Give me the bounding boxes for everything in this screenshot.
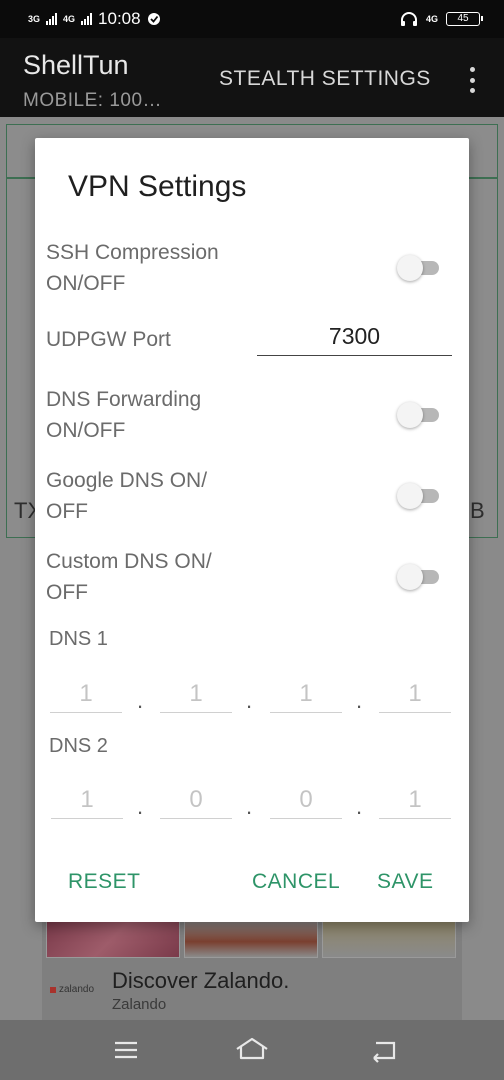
custom-dns-toggle[interactable] [397, 564, 443, 590]
network-3g-label: 3G [28, 13, 41, 24]
signal-icon-2 [81, 13, 93, 25]
dns2-separator: . [246, 794, 253, 819]
clock: 10:08 [98, 9, 141, 28]
ad-product-image [184, 918, 318, 958]
status-bar: 3G 4G 10:08 4G 45 [0, 0, 504, 38]
home-icon[interactable] [232, 1034, 272, 1066]
signal-icon [46, 13, 58, 25]
cancel-button[interactable]: CANCEL [252, 870, 340, 894]
dns2-separator: . [137, 794, 144, 819]
dns-forwarding-label: DNS Forwarding ON/OFF [46, 388, 202, 442]
udpgw-port-label: UDPGW Port [46, 328, 171, 351]
ad-product-image [46, 918, 180, 958]
menu-icon[interactable] [106, 1034, 146, 1066]
ad-brand-logo: zalando [50, 984, 94, 995]
dns1-octet-4[interactable] [379, 675, 451, 713]
dns2-octet-3[interactable] [270, 781, 342, 819]
dns2-octet-4[interactable] [379, 781, 451, 819]
network-4g-label: 4G [63, 13, 76, 24]
app-bar: ShellTun MOBILE: 100… STEALTH SETTINGS [0, 38, 504, 117]
stealth-settings-button[interactable]: STEALTH SETTINGS [219, 67, 431, 91]
dns1-octet-2[interactable] [160, 675, 232, 713]
back-icon[interactable] [364, 1034, 404, 1066]
ad-subtitle: Zalando [112, 996, 167, 1013]
vpn-shield-icon [147, 13, 160, 25]
ad-banner[interactable]: zalando Discover Zalando. Zalando [42, 918, 462, 1020]
navigation-bar [0, 1020, 504, 1080]
dns2-separator: . [356, 794, 363, 819]
battery-icon: 45 [446, 12, 483, 26]
custom-dns-label: Custom DNS ON/ OFF [46, 550, 212, 604]
reset-button[interactable]: RESET [68, 870, 141, 894]
dns1-octet-3[interactable] [270, 675, 342, 713]
dns1-separator: . [356, 688, 363, 713]
dns1-separator: . [137, 688, 144, 713]
ad-product-image [322, 918, 456, 958]
google-dns-toggle[interactable] [397, 483, 443, 509]
google-dns-label: Google DNS ON/ OFF [46, 469, 208, 523]
app-title: ShellTun [23, 50, 129, 80]
status-right: 4G 45 [400, 11, 483, 27]
udpgw-port-input[interactable] [257, 318, 452, 356]
save-button[interactable]: SAVE [377, 870, 433, 894]
ad-title: Discover Zalando. [112, 968, 290, 993]
status-left: 3G 4G 10:08 [28, 9, 161, 29]
background-right-text: B [470, 498, 485, 523]
dialog-title: VPN Settings [68, 170, 247, 203]
network-4g-right-label: 4G [425, 13, 438, 24]
app-subtitle: MOBILE: 100… [23, 90, 163, 111]
dns1-separator: . [246, 688, 253, 713]
dns-forwarding-toggle[interactable] [397, 402, 443, 428]
headphones-icon [400, 12, 417, 26]
dns1-label: DNS 1 [49, 628, 108, 650]
overflow-menu-icon[interactable] [468, 67, 476, 93]
dns1-octet-1[interactable] [50, 675, 122, 713]
dns2-octet-1[interactable] [51, 781, 123, 819]
ssh-compression-toggle[interactable] [397, 255, 443, 281]
ssh-compression-label: SSH Compression ON/OFF [46, 241, 219, 295]
dns2-octet-2[interactable] [160, 781, 232, 819]
dns2-label: DNS 2 [49, 735, 108, 757]
vpn-settings-dialog: VPN Settings SSH Compression ON/OFF UDPG… [35, 138, 469, 922]
